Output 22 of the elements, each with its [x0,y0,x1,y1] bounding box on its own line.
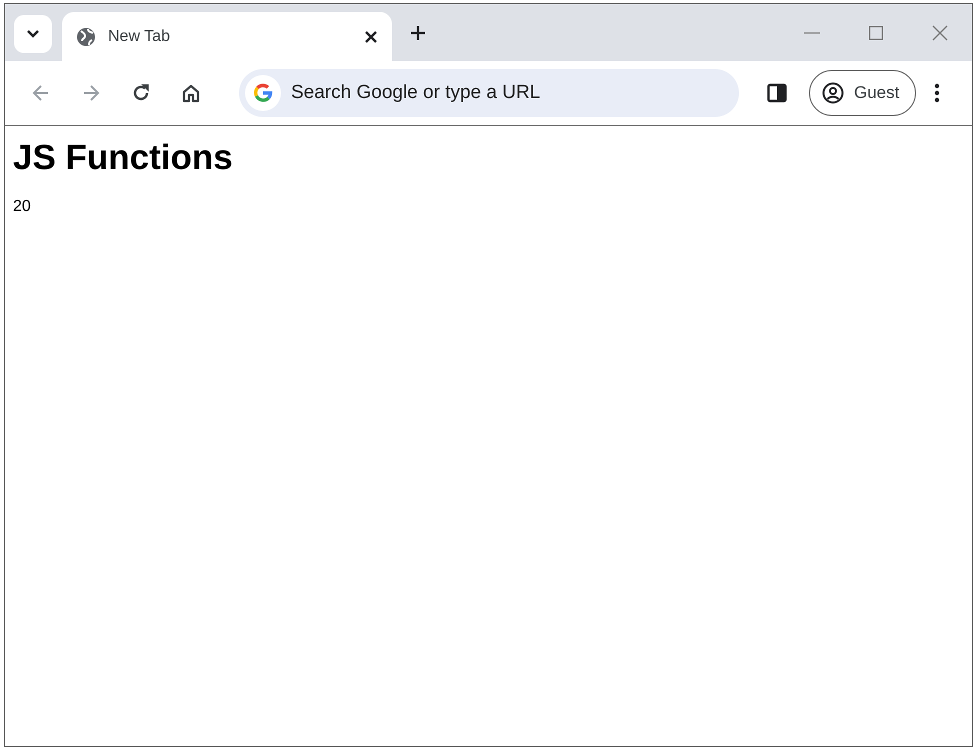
tab-search-button[interactable] [14,14,52,52]
tab-title: New Tab [108,28,171,46]
forward-arrow-icon [81,83,101,103]
page-heading: JS Functions [13,138,234,178]
side-panel-icon [767,83,787,103]
home-icon [181,83,201,103]
account-icon [822,82,844,104]
close-icon [932,24,948,40]
plus-icon [410,24,426,40]
browser-tab[interactable]: New Tab [62,12,392,61]
maximize-icon [869,26,883,40]
output-text: 20 [13,198,32,216]
globe-icon [76,26,96,46]
chevron-down-icon [26,28,40,38]
profile-button[interactable]: Guest [809,70,916,116]
minimize-icon [804,32,820,34]
address-bar[interactable]: Search Google or type a URL [239,69,739,117]
close-icon[interactable] [364,30,378,44]
back-arrow-icon [31,83,51,103]
google-logo-icon [252,82,274,104]
reload-icon [131,83,151,103]
more-vertical-icon [934,83,940,103]
